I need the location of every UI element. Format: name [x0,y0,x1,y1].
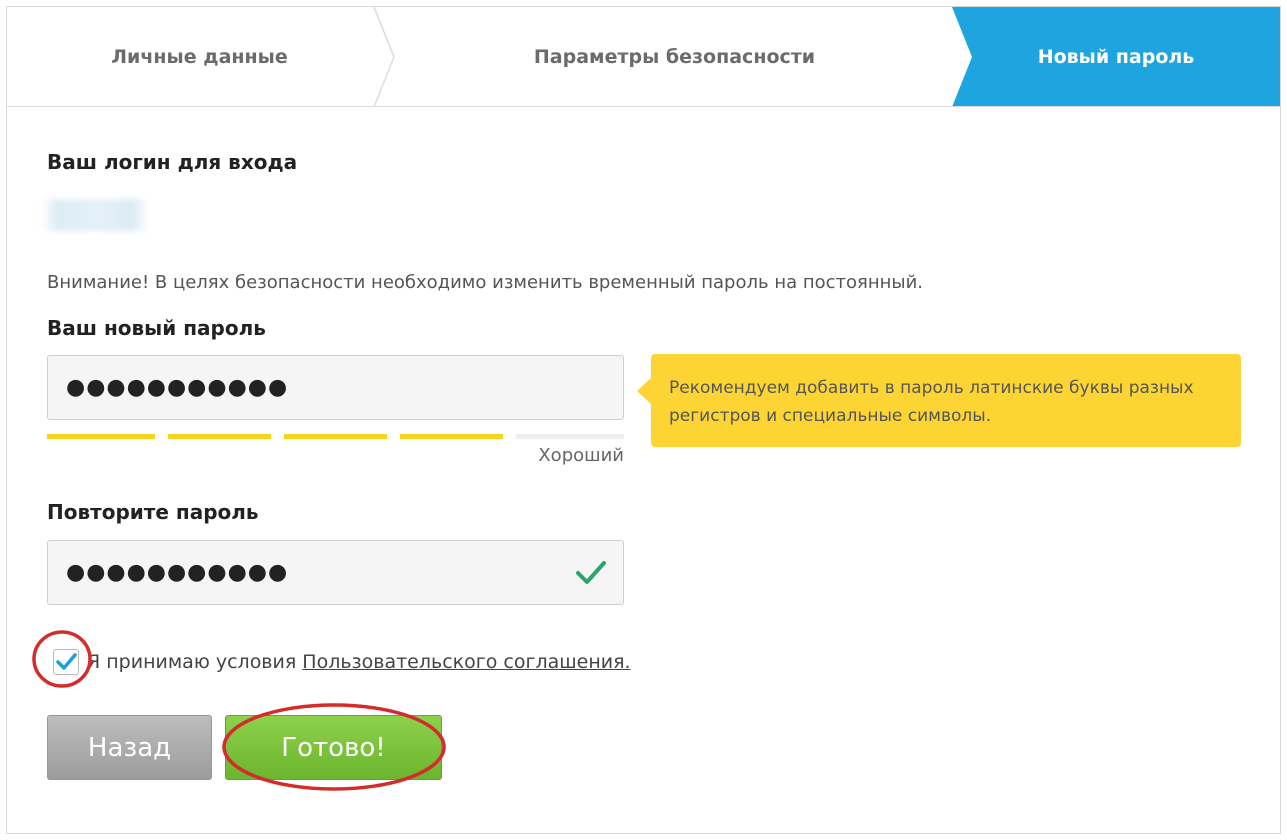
strength-segment [284,434,387,439]
login-value-blurred [41,199,149,231]
strength-segment [168,434,271,439]
step-security-params[interactable]: Параметры безопасности [392,7,957,106]
back-button[interactable]: Назад [47,715,212,780]
done-button[interactable]: Готово! [225,715,442,780]
password-setup-panel: Личные данные Параметры безопасности Нов… [6,6,1281,834]
login-heading: Ваш логин для входа [47,150,298,174]
step-new-password-active[interactable]: Новый пароль [952,7,1280,106]
strength-segment-empty [516,434,624,439]
agreement-checkbox[interactable] [53,649,79,675]
user-agreement-link[interactable]: Пользовательского соглашения. [302,651,630,673]
step-label: Личные данные [111,46,288,68]
step-label: Параметры безопасности [533,46,816,68]
new-password-input[interactable]: ●●●●●●●●●●● [47,355,624,420]
new-password-value: ●●●●●●●●●●● [66,375,289,400]
repeat-password-value: ●●●●●●●●●●● [66,560,289,585]
back-button-label: Назад [87,732,172,763]
checkbox-check-icon [56,653,77,670]
repeat-password-label: Повторите пароль [47,500,259,524]
agreement-text: Я принимаю условия [87,651,297,673]
strength-segment [400,434,503,439]
new-password-label: Ваш новый пароль [47,316,266,340]
done-button-label: Готово! [281,732,386,763]
security-notice: Внимание! В целях безопасности необходим… [47,272,924,293]
strength-segment [47,434,155,439]
password-hint-tooltip: Рекомендуем добавить в пароль латинские … [651,354,1241,447]
agreement-row: Я принимаю условия Пользовательского сог… [53,647,631,677]
tooltip-arrow [637,377,652,405]
tooltip-text: Рекомендуем добавить в пароль латинские … [669,378,1194,426]
strength-label: Хороший [538,445,624,466]
step-label: Новый пароль [1037,46,1195,68]
checkmark-icon [576,561,606,584]
repeat-password-input[interactable]: ●●●●●●●●●●● [47,540,624,605]
step-personal-data[interactable]: Личные данные [7,7,392,106]
registration-stepper: Личные данные Параметры безопасности Нов… [7,7,1280,107]
